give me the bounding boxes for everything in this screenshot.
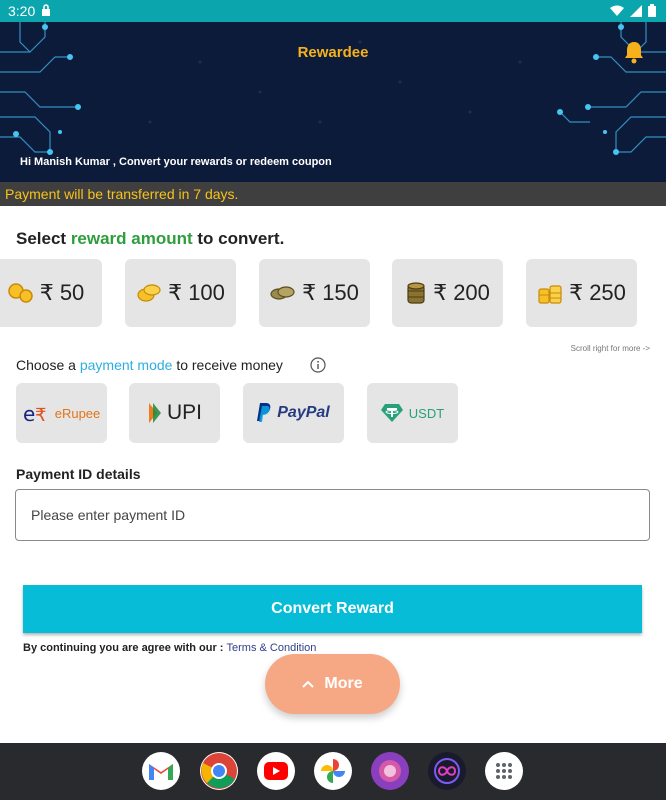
title-highlight: payment mode	[79, 357, 173, 373]
coins-icon	[407, 282, 425, 304]
more-button[interactable]: More	[265, 654, 400, 714]
reward-amount-list[interactable]: ₹ 50 ₹ 100 ₹ 150 ₹ 200 ₹ 250	[0, 259, 666, 327]
app-drawer-icon[interactable]	[485, 752, 523, 790]
paypal-icon	[257, 403, 271, 422]
amount-card-100[interactable]: ₹ 100	[125, 259, 236, 327]
app-title: Rewardee	[297, 44, 369, 61]
coins-icon	[538, 285, 562, 304]
payment-id-input[interactable]	[15, 489, 650, 541]
coins-icon	[137, 284, 161, 302]
svg-text:e: e	[23, 402, 35, 425]
status-time: 3:20	[8, 3, 36, 19]
payment-mode-erupee[interactable]: e ₹ eRupee	[16, 383, 107, 443]
amount-label: ₹ 250	[569, 280, 626, 305]
wifi-icon	[610, 5, 624, 16]
payment-label: USDT	[408, 405, 445, 421]
amount-label: ₹ 200	[433, 280, 490, 305]
chevron-up-icon	[302, 680, 315, 688]
payment-section-title: Choose a payment mode to receive money	[16, 357, 283, 373]
amount-label: ₹ 150	[302, 280, 359, 305]
reward-section-title: Select reward amount to convert.	[16, 229, 284, 249]
title-text: Select	[16, 229, 71, 248]
erupee-icon: e ₹	[23, 402, 46, 425]
chrome-icon[interactable]	[200, 752, 238, 790]
coins-icon	[7, 283, 33, 303]
more-label: More	[324, 675, 363, 692]
svg-text:₹: ₹	[35, 405, 46, 425]
gmail-icon[interactable]	[142, 752, 180, 790]
title-text: to receive money	[172, 357, 283, 373]
payment-label: UPI	[166, 401, 202, 424]
terms-link[interactable]: Terms & Condition	[227, 642, 317, 654]
payment-notice: Payment will be transferred in 7 days.	[0, 182, 666, 206]
title-text: Choose a	[16, 357, 80, 373]
payment-label: eRupee	[54, 405, 101, 421]
amount-card-150[interactable]: ₹ 150	[259, 259, 370, 327]
scroll-hint: Scroll right for more ->	[570, 344, 650, 353]
amount-label: ₹ 50	[39, 280, 85, 305]
payment-mode-paypal[interactable]: PayPal	[243, 383, 344, 443]
info-icon[interactable]	[310, 357, 326, 373]
app-dock	[0, 743, 666, 800]
bell-icon[interactable]	[624, 40, 644, 64]
tether-icon	[380, 404, 403, 422]
title-highlight: reward amount	[70, 229, 193, 248]
amount-card-200[interactable]: ₹ 200	[392, 259, 503, 327]
photos-icon[interactable]	[314, 752, 352, 790]
youtube-icon[interactable]	[257, 752, 295, 790]
app-header: Rewardee Hi Manish Kumar , Convert your …	[0, 22, 666, 182]
greeting-text: Hi Manish Kumar , Convert your rewards o…	[20, 156, 332, 168]
amount-card-250[interactable]: ₹ 250	[526, 259, 637, 327]
status-bar: 3:20	[0, 0, 666, 22]
lock-icon	[42, 4, 50, 16]
reward-app-icon[interactable]	[371, 752, 409, 790]
terms-text: By continuing you are agree with our : T…	[23, 642, 316, 654]
coins-icon	[270, 286, 295, 300]
battery-icon	[648, 4, 656, 17]
upi-icon	[148, 403, 161, 423]
amount-card-50[interactable]: ₹ 50	[0, 259, 102, 327]
convert-reward-button[interactable]: Convert Reward	[23, 585, 642, 633]
payment-label: PayPal	[277, 404, 330, 421]
terms-prefix: By continuing you are agree with our :	[23, 642, 227, 654]
title-text: to convert.	[192, 229, 285, 248]
signal-icon	[630, 4, 642, 17]
payment-id-label: Payment ID details	[16, 466, 141, 482]
infinity-app-icon[interactable]	[428, 752, 466, 790]
payment-mode-usdt[interactable]: USDT	[367, 383, 458, 443]
payment-mode-upi[interactable]: UPI	[129, 383, 220, 443]
amount-label: ₹ 100	[168, 280, 225, 305]
